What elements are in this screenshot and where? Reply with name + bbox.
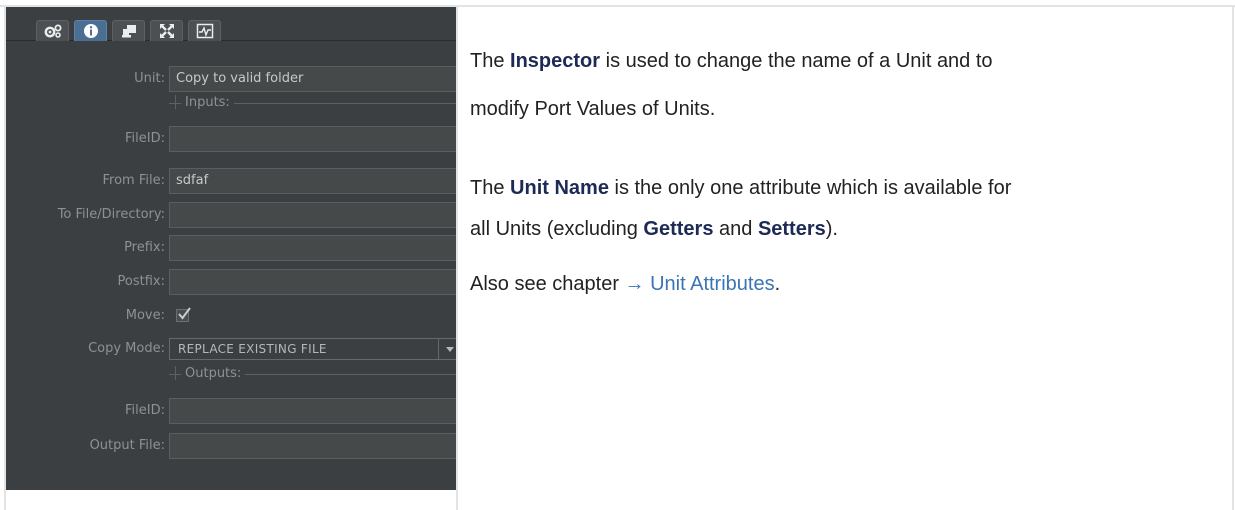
copy-mode-value: REPLACE EXISTING FILE [178,342,327,356]
prefix-label: Prefix: [124,240,165,255]
output-file-field[interactable] [169,433,456,459]
tab-info[interactable] [74,20,107,41]
output-fileid-field[interactable] [169,398,456,424]
doc-paragraph-3: Also see chapter → Unit Attributes. [470,273,781,295]
inputs-section-title: Inputs: [181,93,234,113]
unit-label: Unit: [134,71,165,86]
to-file-row: To File/Directory: [6,202,456,228]
getters-term: Getters [643,218,714,240]
unit-attributes-link[interactable]: → Unit Attributes [625,273,775,295]
prefix-field[interactable] [169,235,456,261]
prefix-row: Prefix: [6,235,456,261]
inputs-section-header: Inputs: [169,93,456,113]
setters-term: Setters [757,218,826,240]
stamp-icon [119,23,139,39]
copy-mode-row: Copy Mode: REPLACE EXISTING FILE [6,338,456,364]
tab-expand[interactable] [150,20,183,41]
expand-icon [159,23,175,39]
doc-paragraph-1-line-2: modify Port Values of Units. [470,98,716,120]
tab-settings[interactable] [36,20,69,41]
inspector-panel: Unit: Copy to valid folder Inputs: FileI… [6,7,456,490]
inspector-term: Inspector [510,50,601,72]
gears-icon [43,23,63,39]
outputs-section-title: Outputs: [181,364,246,384]
move-checkbox[interactable] [176,307,191,322]
postfix-label: Postfix: [117,274,165,289]
move-row: Move: [6,303,456,329]
output-file-label: Output File: [89,438,165,453]
frame-column-divider [456,5,458,510]
from-file-label: From File: [102,173,165,188]
input-fileid-label: FileID: [125,131,165,146]
to-file-field[interactable] [169,202,456,228]
copy-mode-select[interactable]: REPLACE EXISTING FILE [169,338,456,360]
from-file-row: From File: sdfaf [6,168,456,194]
input-fileid-row: FileID: [6,126,456,152]
input-fileid-field[interactable] [169,126,456,152]
info-icon [83,23,99,39]
postfix-field[interactable] [169,269,456,295]
doc-paragraph-2-line-2: all Units (excluding Getters and Setters… [470,218,838,240]
chevron-down-icon [446,347,454,352]
postfix-row: Postfix: [6,269,456,295]
output-fileid-row: FileID: [6,398,456,424]
from-file-field[interactable]: sdfaf [169,168,456,194]
copy-mode-label: Copy Mode: [88,341,165,356]
outputs-section-header: Outputs: [169,364,456,384]
chart-window-icon [196,23,214,39]
output-fileid-label: FileID: [125,403,165,418]
doc-paragraph-2-line-1: The Unit Name is the only one attribute … [470,177,1012,199]
unit-name-input[interactable]: Copy to valid folder [169,66,456,92]
unit-row: Unit: Copy to valid folder [6,66,456,92]
doc-paragraph-1-line-1: The Inspector is used to change the name… [470,50,993,72]
move-label: Move: [125,308,165,323]
inspector-tabbar [6,7,456,41]
to-file-label: To File/Directory: [57,207,165,222]
tab-chart[interactable] [188,20,221,41]
tab-stamp[interactable] [112,20,145,41]
output-file-row: Output File: [6,433,456,459]
unit-name-term: Unit Name [510,177,609,199]
frame-right-border [1232,5,1234,510]
